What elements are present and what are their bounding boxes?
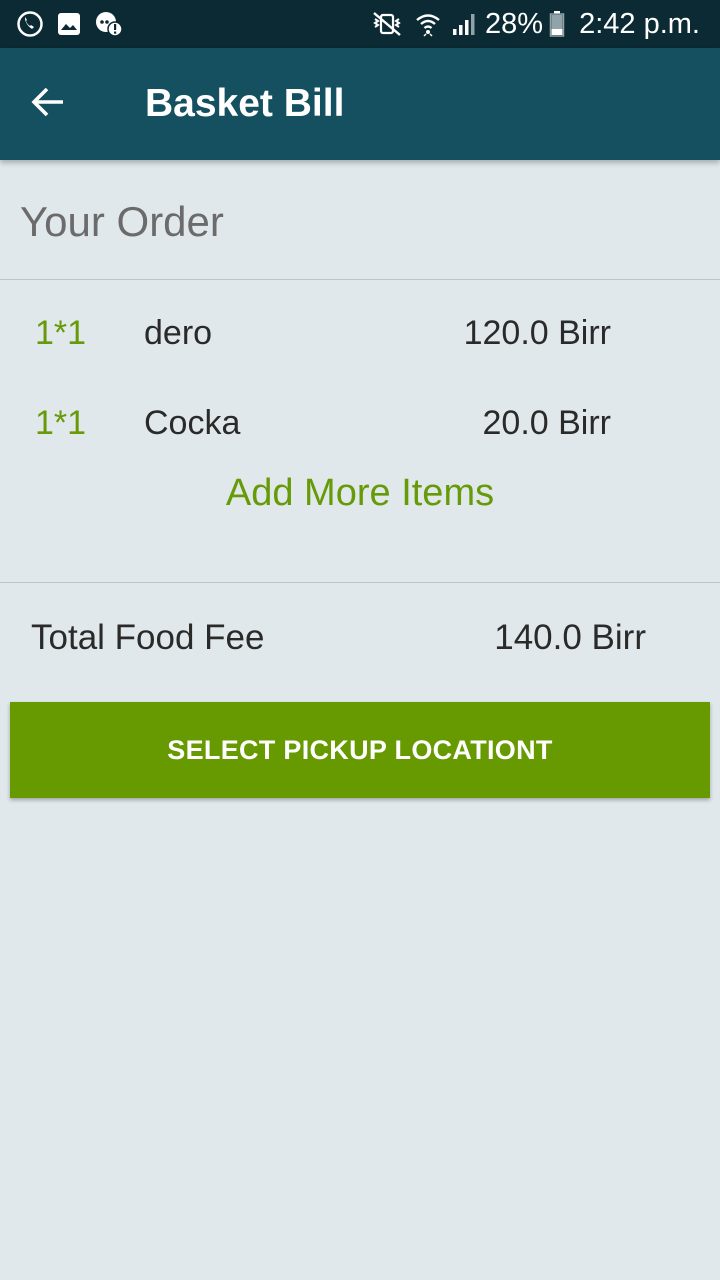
select-pickup-location-label: SELECT PICKUP LOCATIONT: [167, 734, 553, 765]
wifi-icon: [415, 10, 441, 38]
order-item-row: 1*1 dero 120.0 Birr: [0, 304, 720, 364]
item-name: dero: [144, 314, 213, 352]
battery-icon: [549, 10, 565, 38]
item-quantity: 1*1: [35, 404, 87, 442]
status-left-icons: [16, 10, 136, 38]
app-bar: Basket Bill: [0, 48, 720, 160]
total-food-fee-value: 140.0 Birr: [494, 618, 646, 657]
phone-call-icon: [16, 10, 44, 38]
status-time: 2:42 p.m.: [579, 7, 700, 40]
page-title: Basket Bill: [145, 82, 345, 125]
signal-icon: [451, 11, 477, 37]
vibrate-mute-icon: [369, 10, 405, 38]
battery-percent: 28%: [485, 7, 544, 40]
item-price: 120.0 Birr: [463, 314, 611, 352]
item-price: 20.0 Birr: [482, 404, 612, 442]
select-pickup-location-button[interactable]: SELECT PICKUP LOCATIONT: [10, 702, 710, 798]
order-item-row: 1*1 Cocka 20.0 Birr: [0, 394, 720, 454]
back-button[interactable]: [0, 48, 96, 160]
status-right-icons: 28% 2:42 p.m.: [359, 8, 700, 41]
add-more-items-link[interactable]: Add More Items: [0, 472, 720, 515]
alert-chat-icon: [94, 10, 124, 38]
arrow-left-icon: [31, 85, 65, 124]
order-header: Your Order: [0, 160, 720, 280]
total-food-fee-label: Total Food Fee: [31, 618, 265, 657]
item-name: Cocka: [144, 404, 241, 442]
item-quantity: 1*1: [35, 314, 87, 352]
divider: [0, 582, 720, 583]
status-bar: 28% 2:42 p.m.: [0, 0, 720, 48]
order-title: Your Order: [20, 198, 224, 245]
image-icon: [56, 11, 82, 37]
